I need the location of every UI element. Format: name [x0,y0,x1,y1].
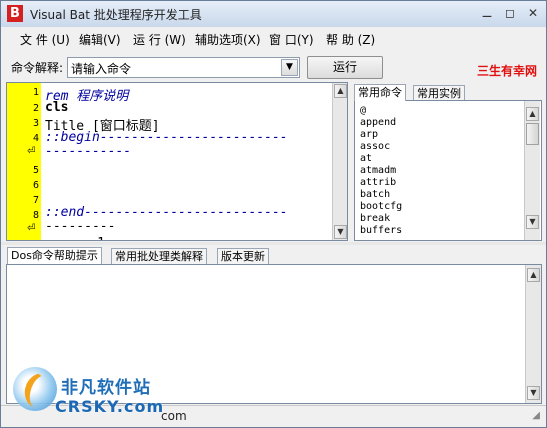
watermark-name: 非凡软件站 [61,378,151,398]
command-label: 命令解释: [11,61,64,75]
watermark-url: CRSKY.com [55,397,165,416]
list-item[interactable]: arp [360,129,378,140]
line-number: 3 [32,118,39,129]
scroll-down-icon[interactable]: ▼ [334,225,347,239]
editor-scrollbar[interactable]: ▲ ▼ [332,83,347,240]
menu-edit[interactable]: 编辑(V) [79,31,121,48]
scroll-down-icon[interactable]: ▼ [526,215,539,229]
menu-bar: 文 件 (U) 编辑(V) 运 行 (W) 辅助选项(X) 窗 口(Y) 帮 助… [1,27,546,49]
watermark: 非凡软件站 CRSKY.com [5,361,175,425]
splitter[interactable] [1,242,546,245]
list-item[interactable]: at [360,153,372,164]
menu-window[interactable]: 窗 口(Y) [269,31,314,48]
window-title: Visual Bat 批处理程序开发工具 [30,8,202,22]
wrap-marker-icon: ⏎ [27,146,36,157]
line-number: 8 [32,210,39,221]
line-number: 5 [32,165,39,176]
tab-common-commands[interactable]: 常用命令 [354,84,406,101]
command-list[interactable]: @ append arp assoc at atmadm attrib batc… [354,100,542,241]
list-item[interactable]: attrib [360,177,396,188]
line-number: 4 [32,133,39,144]
app-logo-icon: B [7,5,23,22]
list-item[interactable]: bootcfg [360,201,402,212]
tab-dos-help[interactable]: Dos命令帮助提示 [7,247,102,264]
menu-file[interactable]: 文 件 (U) [20,31,70,48]
tab-version-update[interactable]: 版本更新 [217,248,269,264]
list-item[interactable]: @ [360,105,366,116]
help-scrollbar[interactable]: ▲ ▼ [525,265,541,403]
line-gutter: 1 2 3 4 ⏎ 5 6 7 8 ⏎ [7,83,41,240]
code-line: ::end-------------------------- [45,205,288,220]
list-item[interactable]: batch [360,189,390,200]
scroll-thumb[interactable] [526,123,539,145]
minimize-button[interactable]: ⚊ [477,5,497,21]
menu-run[interactable]: 运 行 (W) [133,31,186,48]
maximize-button[interactable]: ◻ [500,5,520,21]
code-line: 、 1 [45,232,105,240]
list-item[interactable]: atmadm [360,165,396,176]
command-combo[interactable]: 请输入命令 ▼ [67,57,300,78]
scroll-down-icon[interactable]: ▼ [527,386,540,400]
line-number: 1 [32,87,39,98]
close-button[interactable]: ✕ [523,5,543,21]
command-list-scrollbar[interactable]: ▲ ▼ [524,101,540,240]
site-tag: 三生有幸网 [477,64,538,78]
code-line: ----------- [45,144,132,159]
chevron-down-icon[interactable]: ▼ [281,59,298,76]
title-bar[interactable]: B Visual Bat 批处理程序开发工具 ⚊ ◻ ✕ [1,1,546,27]
code-line: ::begin------------------------ [45,130,288,145]
code-editor[interactable]: 1 2 3 4 ⏎ 5 6 7 8 ⏎ rem 程序说明 cls Title [… [6,82,348,241]
list-item[interactable]: break [360,213,390,224]
line-number: 7 [32,195,39,206]
command-row: 命令解释: 请输入命令 ▼ 运行 三生有幸网 [1,53,546,81]
menu-help[interactable]: 帮 助 (Z) [326,31,375,48]
list-item[interactable]: append [360,117,396,128]
menu-options[interactable]: 辅助选项(X) [195,31,261,48]
main-window: B Visual Bat 批处理程序开发工具 ⚊ ◻ ✕ 文 件 (U) 编辑(… [0,0,547,428]
command-input[interactable]: 请输入命令 [71,60,131,77]
resize-grip-icon[interactable]: ◢ [532,410,540,421]
scroll-up-icon[interactable]: ▲ [527,268,540,282]
tab-batch-explain[interactable]: 常用批处理类解释 [111,248,207,264]
scroll-up-icon[interactable]: ▲ [526,107,539,121]
code-line: cls [45,100,69,115]
line-number: 2 [32,103,39,114]
list-item[interactable]: assoc [360,141,390,152]
line-number: 6 [32,180,39,191]
scroll-up-icon[interactable]: ▲ [334,84,347,98]
run-button[interactable]: 运行 [307,56,383,79]
list-item[interactable]: buffers [360,225,402,236]
wrap-marker-icon: ⏎ [27,223,36,234]
tab-common-examples[interactable]: 常用实例 [413,85,465,101]
